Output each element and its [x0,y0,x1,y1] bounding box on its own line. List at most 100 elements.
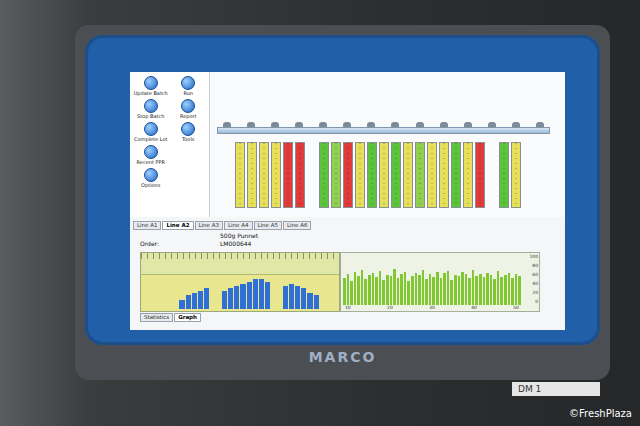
sidebar-item[interactable]: Options [133,168,169,188]
sidebar-label[interactable]: Tools [182,136,194,142]
sidebar: Update Batch Run Stop Batch Report Complete … [130,72,210,217]
histogram-bar [314,295,319,309]
monitor-frame: Update Batch Run Stop Batch Report Complete … [85,35,600,345]
lane-bin[interactable] [247,142,257,208]
trend-bar [436,272,439,306]
sidebar-label[interactable]: Run [183,90,193,96]
trend-bar [472,270,475,305]
trend-bar [511,278,514,306]
sidebar-label[interactable]: Complete Lot [134,136,167,142]
weigh-head-icon [416,122,424,127]
feed-pipe [217,122,550,134]
lane-bin[interactable] [415,142,425,208]
lane-bin[interactable] [271,142,281,208]
lane-gap [307,142,317,208]
trend-bar [350,281,353,305]
line-tab[interactable]: Line A6 [283,221,311,230]
weigh-head-icon [536,122,544,127]
sidebar-item[interactable]: Complete Lot [133,122,169,142]
button-icon[interactable] [181,76,195,90]
lane-bin[interactable] [259,142,269,208]
lane-bin[interactable] [331,142,341,208]
sidebar-item[interactable]: Run [171,76,207,96]
trend-bar [390,276,393,306]
y-tick: 0 [524,299,538,304]
lane-bin[interactable] [499,142,509,208]
lane-bin[interactable] [295,142,305,208]
histogram-bar [289,284,294,309]
lane-bin[interactable] [367,142,377,208]
lane-bin[interactable] [511,142,521,208]
histogram-bar [265,282,270,309]
screen: Update Batch Run Stop Batch Report Complete … [130,72,565,330]
button-icon[interactable] [144,145,158,159]
line-tab[interactable]: Line A5 [254,221,282,230]
trend-bar [347,274,350,305]
trend-bar [443,273,446,305]
line-tab[interactable]: Line A4 [224,221,252,230]
histogram-chart [140,252,340,312]
x-axis: 1020304050 [341,305,539,311]
trend-plot: 100806040200 [341,253,539,305]
lane-bin[interactable] [439,142,449,208]
histogram-bar [228,288,233,309]
lane-bin[interactable] [343,142,353,208]
sidebar-item[interactable]: Stop Batch [133,99,169,119]
weigh-head-icon [319,122,327,127]
trend-bar [364,279,367,305]
histogram-bar [301,288,306,309]
sidebar-item[interactable]: Report [171,99,207,119]
weigh-head-icon [223,122,231,127]
batch-info: 500g PunnetOrder:LM000644 [130,232,565,248]
trend-bar [368,275,371,305]
lane-bin[interactable] [451,142,461,208]
lane-bin[interactable] [235,142,245,208]
lane-bin[interactable] [427,142,437,208]
monitor: Update Batch Run Stop Batch Report Complete … [75,25,610,380]
histogram-bar [186,295,191,309]
sidebar-label[interactable]: Recent PPR [137,159,165,165]
lane-bin[interactable] [391,142,401,208]
y-tick: 100 [524,254,538,259]
lane-bin[interactable] [355,142,365,208]
weigh-head-icon [343,122,351,127]
sidebar-label[interactable]: Report [180,113,197,119]
sidebar-label[interactable]: Stop Batch [137,113,164,119]
histogram-bar [222,291,227,309]
line-tab[interactable]: Line A3 [195,221,223,230]
lane-bin[interactable] [463,142,473,208]
trend-bar [407,281,410,306]
button-icon[interactable] [144,99,158,113]
view-tabs: StatisticsGraph [130,313,565,322]
button-icon[interactable] [144,76,158,90]
trend-bar [432,277,435,306]
lane-bin[interactable] [403,142,413,208]
sidebar-label[interactable]: Update Batch [134,90,168,96]
view-tab[interactable]: Statistics [140,313,173,322]
line-tab[interactable]: Line A2 [162,221,193,230]
trend-bar [361,270,364,305]
line-tab[interactable]: Line A1 [133,221,161,230]
trend-bar [425,279,428,306]
sidebar-item[interactable]: Tools [171,122,207,142]
trend-bar [508,273,511,305]
button-icon[interactable] [181,122,195,136]
lane-bin[interactable] [475,142,485,208]
sidebar-item[interactable]: Recent PPR [133,145,169,165]
line-view [210,72,565,217]
trend-bar [468,278,471,305]
lane-bin[interactable] [319,142,329,208]
weigh-head-icon [367,122,375,127]
lane-bin[interactable] [283,142,293,208]
watermark: ©FreshPlaza [569,408,632,420]
trend-bar [343,278,346,306]
button-icon[interactable] [144,122,158,136]
button-icon[interactable] [181,99,195,113]
sidebar-label[interactable]: Options [141,182,160,188]
charts: 1008060402001020304050 [130,252,565,312]
sidebar-item[interactable]: Update Batch [133,76,169,96]
view-tab[interactable]: Graph [174,313,201,322]
lane-bin[interactable] [379,142,389,208]
button-icon[interactable] [144,168,158,182]
weigh-head-icon [391,122,399,127]
